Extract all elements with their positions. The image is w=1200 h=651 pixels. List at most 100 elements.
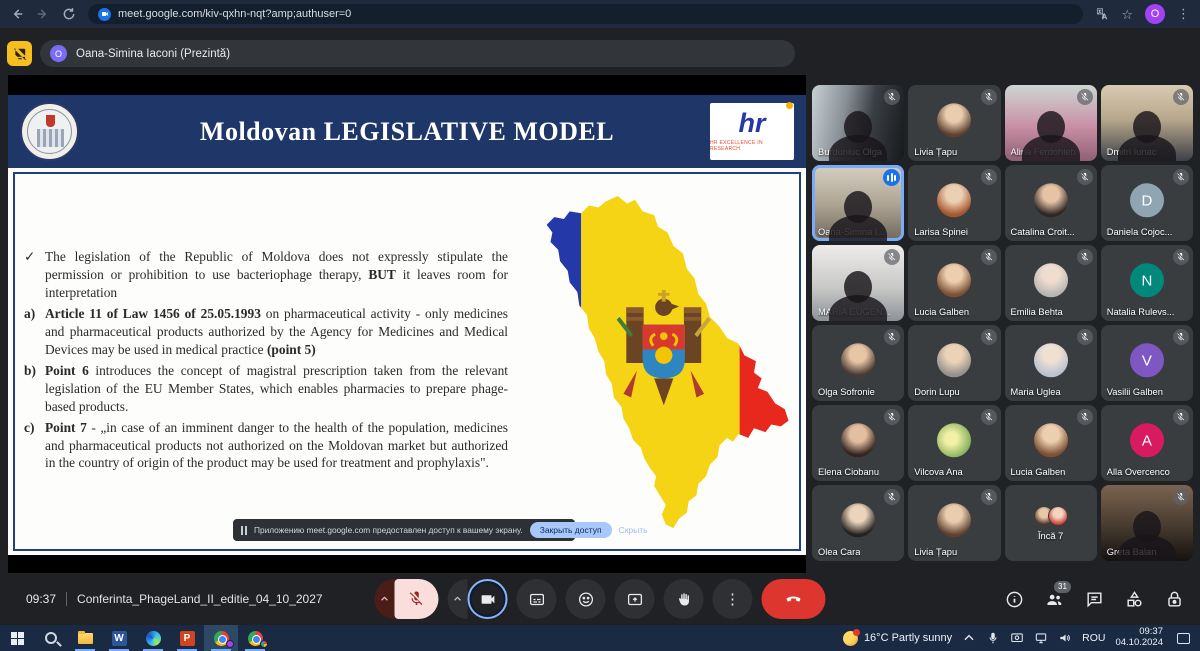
taskbar-powerpoint[interactable]: P [170, 625, 204, 651]
university-seal-logo [20, 102, 79, 161]
participant-name: Greta Balan [1107, 547, 1157, 557]
avatar [937, 343, 971, 377]
profile-badge [226, 640, 234, 648]
tray-mic-icon[interactable] [986, 631, 1000, 645]
participant-tile[interactable]: Catalina Croit... [1005, 165, 1097, 241]
participant-name: Oana-Simina I... [818, 227, 885, 237]
taskbar-clock[interactable]: 09:37 04.10.2024 [1115, 627, 1163, 649]
participant-tile[interactable]: Greta Balan [1101, 485, 1193, 561]
bookmark-star-icon[interactable]: ☆ [1121, 8, 1133, 21]
participant-tile[interactable]: Dmitri Iunac [1101, 85, 1193, 161]
mic-control-group [375, 579, 439, 619]
participant-tile[interactable]: Oana-Simina I... [812, 165, 904, 241]
address-bar[interactable]: meet.google.com/kiv-qxhn-nqt?amp;authuse… [88, 4, 1083, 24]
desktop-screen: meet.google.com/kiv-qxhn-nqt?amp;authuse… [0, 0, 1200, 651]
tray-volume-icon[interactable] [1058, 631, 1072, 645]
participant-tile[interactable]: Olea Cara [812, 485, 904, 561]
participant-tile[interactable]: Vilcova Ana [908, 405, 1000, 481]
presenter-label: Oana-Simina Iaconi (Prezintă) [76, 48, 230, 60]
taskbar-chrome-active[interactable] [204, 625, 238, 651]
participant-tile[interactable]: Burduniuc Olga [812, 85, 904, 161]
pause-icon[interactable] [241, 526, 247, 535]
present-screen-button[interactable] [615, 579, 655, 619]
participant-tile[interactable]: Lucia Galben [908, 245, 1000, 321]
raise-hand-button[interactable] [664, 579, 704, 619]
tray-cast-icon[interactable] [1010, 631, 1024, 645]
chat-panel-button[interactable] [1085, 590, 1104, 609]
participant-tile[interactable]: Olga Sofronie [812, 325, 904, 401]
captions-button[interactable] [517, 579, 557, 619]
host-controls-button[interactable] [1165, 590, 1184, 609]
avatar [1034, 263, 1068, 297]
mic-muted-icon [1173, 489, 1189, 505]
start-button[interactable] [0, 625, 34, 651]
presentation-toggle-button[interactable] [7, 41, 32, 66]
keyboard-language[interactable]: ROU [1082, 632, 1105, 644]
participant-tile[interactable]: Încă 7 [1005, 485, 1097, 561]
mic-muted-icon [1173, 89, 1189, 105]
participant-tile[interactable]: Elena Ciobanu [812, 405, 904, 481]
activities-button[interactable] [1125, 590, 1144, 609]
reload-icon[interactable] [62, 7, 76, 21]
taskbar-edge[interactable] [136, 625, 170, 651]
tray-network-icon[interactable] [1034, 631, 1048, 645]
mic-mute-button[interactable] [395, 579, 439, 619]
taskbar-search-button[interactable] [34, 625, 68, 651]
participant-tile[interactable]: DDaniela Cojoc... [1101, 165, 1193, 241]
divider [66, 592, 67, 606]
mic-muted-icon [1173, 249, 1189, 265]
windows-logo-icon [11, 632, 24, 645]
tray-expand-chevron[interactable] [962, 631, 976, 645]
camera-options-chevron[interactable] [448, 579, 468, 619]
forward-icon[interactable] [36, 7, 50, 21]
participant-tile[interactable]: Livia Țapu [908, 485, 1000, 561]
meeting-info-button[interactable] [1005, 590, 1024, 609]
participant-tile[interactable]: Emilia Behta [1005, 245, 1097, 321]
participant-name: Emilia Behta [1011, 307, 1063, 317]
camera-toggle-button[interactable] [468, 579, 508, 619]
mic-muted-icon [1077, 249, 1093, 265]
mic-muted-icon [981, 409, 997, 425]
bullet-marker: ✓ [24, 248, 45, 302]
bullet-marker: a) [24, 305, 45, 359]
participant-tile[interactable]: Lucia Galben [1005, 405, 1097, 481]
participant-tile[interactable]: Livia Țapu [908, 85, 1000, 161]
participant-tile[interactable]: Maria Uglea [1005, 325, 1097, 401]
participant-tile[interactable]: VVasilii Galben [1101, 325, 1193, 401]
taskbar-word[interactable]: W [102, 625, 136, 651]
avatar [841, 423, 875, 457]
participant-name: Dmitri Iunac [1107, 147, 1157, 157]
mic-muted-icon [981, 169, 997, 185]
more-options-button[interactable]: ⋮ [713, 579, 753, 619]
avatar: D [1130, 183, 1164, 217]
browser-menu-icon[interactable]: ⋮ [1177, 6, 1190, 22]
people-panel-button[interactable]: 31 [1045, 590, 1064, 609]
meeting-title: Conferinta_PhageLand_II_editie_04_10_202… [77, 592, 323, 606]
clock-text: 09:37 [26, 592, 56, 606]
taskbar-weather[interactable]: 16°C Partly sunny [843, 631, 952, 646]
browser-profile-avatar[interactable]: O [1145, 4, 1165, 24]
presenter-banner[interactable]: O Oana-Simina Iaconi (Prezintă) [40, 40, 795, 67]
hide-notice-button[interactable]: Скрыть [619, 525, 648, 535]
action-center-icon[interactable] [1177, 633, 1190, 644]
hr-logo-dot [786, 102, 793, 109]
translate-icon[interactable] [1095, 7, 1109, 21]
reactions-button[interactable] [566, 579, 606, 619]
participant-tile[interactable]: Alina Ferdohleb [1005, 85, 1097, 161]
participant-tile[interactable]: AAlla Overcenco [1101, 405, 1193, 481]
participant-tile[interactable]: MARIA EUGEN... [812, 245, 904, 321]
back-icon[interactable] [10, 7, 24, 21]
participant-tile[interactable]: Larisa Spinei [908, 165, 1000, 241]
participant-name: Olea Cara [818, 547, 860, 557]
end-call-icon [784, 589, 804, 609]
avatar [937, 423, 971, 457]
stop-sharing-button[interactable]: Закрыть доступ [530, 522, 612, 538]
mic-options-chevron[interactable] [375, 579, 395, 619]
taskbar-chrome-secondary[interactable] [238, 625, 272, 651]
participant-count-badge: 31 [1054, 581, 1071, 593]
participant-tile[interactable]: NNatalia Rulevs... [1101, 245, 1193, 321]
taskbar-file-explorer[interactable] [68, 625, 102, 651]
end-call-button[interactable] [762, 579, 826, 619]
participant-tile[interactable]: Dorin Lupu [908, 325, 1000, 401]
participant-name: Alina Ferdohleb [1011, 147, 1076, 157]
